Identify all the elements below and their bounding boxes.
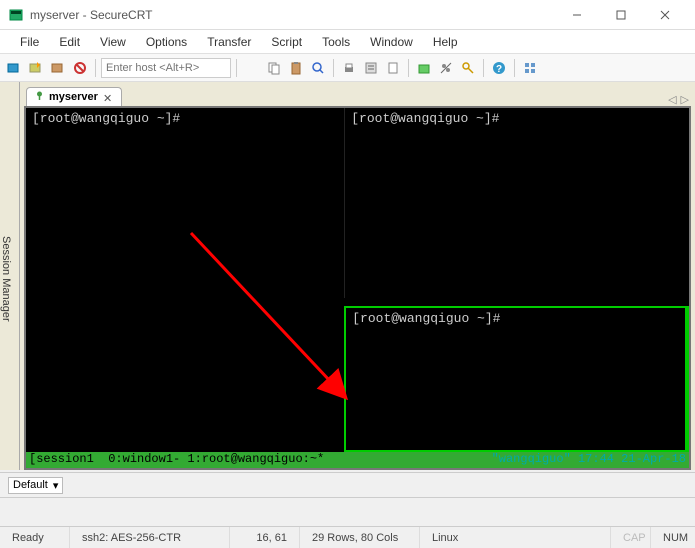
default-combo[interactable]: Default ▾: [8, 477, 63, 494]
menu-file[interactable]: File: [12, 33, 47, 51]
close-button[interactable]: [643, 1, 687, 29]
status-line-right: "wangqiguo" 17:44 21-Apr-18: [492, 452, 686, 468]
pane-left[interactable]: [root@wangqiguo ~]#: [26, 108, 344, 452]
status-os: Linux: [420, 527, 611, 548]
tile-icon[interactable]: [520, 58, 540, 78]
help-icon[interactable]: ?: [489, 58, 509, 78]
host-input[interactable]: [101, 58, 231, 78]
key-icon[interactable]: [458, 58, 478, 78]
pin-icon: [35, 91, 44, 103]
default-combo-label: Default: [13, 479, 48, 491]
tab-next-icon[interactable]: ▷: [681, 93, 689, 106]
dropdown-icon: ▾: [53, 479, 59, 492]
menu-window[interactable]: Window: [362, 33, 421, 51]
tab-myserver[interactable]: myserver ✕: [26, 87, 122, 106]
menu-transfer[interactable]: Transfer: [199, 33, 259, 51]
default-bar: Default ▾: [0, 472, 695, 498]
svg-text:?: ?: [496, 64, 502, 75]
tab-strip: myserver ✕ ◁ ▷: [20, 82, 695, 106]
status-line-left: [session1 0:window1- 1:root@wangqiguo:~*: [29, 452, 492, 468]
minimize-button[interactable]: [555, 1, 599, 29]
title-bar: myserver - SecureCRT: [0, 0, 695, 30]
tab-prev-icon[interactable]: ◁: [668, 93, 676, 106]
menu-view[interactable]: View: [92, 33, 134, 51]
tab-nav: ◁ ▷: [668, 93, 689, 106]
copy-icon[interactable]: [264, 58, 284, 78]
menu-script[interactable]: Script: [263, 33, 310, 51]
content-area: Session Manager myserver ✕ ◁ ▷ [root@wan…: [0, 82, 695, 470]
pane-top-right[interactable]: [root@wangqiguo ~]#: [344, 108, 689, 298]
toolbar: ?: [0, 54, 695, 82]
prompt-top-right: [root@wangqiguo ~]#: [351, 111, 499, 126]
status-num: NUM: [651, 527, 695, 548]
find-icon[interactable]: [308, 58, 328, 78]
status-cap: CAP: [611, 527, 651, 548]
prompt-bottom-right: [root@wangqiguo ~]#: [352, 311, 500, 326]
status-bar: Ready ssh2: AES-256-CTR 16, 61 29 Rows, …: [0, 526, 695, 548]
status-ready: Ready: [0, 527, 70, 548]
status-dims: 29 Rows, 80 Cols: [300, 527, 420, 548]
terminal-container: [root@wangqiguo ~]# [root@wangqiguo ~]# …: [24, 106, 691, 470]
print-icon[interactable]: [339, 58, 359, 78]
log-icon[interactable]: [383, 58, 403, 78]
prompt-left: [root@wangqiguo ~]#: [32, 111, 180, 126]
settings-icon[interactable]: [436, 58, 456, 78]
tab-close-icon[interactable]: ✕: [103, 92, 113, 102]
app-icon: [8, 7, 24, 23]
menu-options[interactable]: Options: [138, 33, 195, 51]
menu-tools[interactable]: Tools: [314, 33, 358, 51]
menu-help[interactable]: Help: [425, 33, 466, 51]
properties-icon[interactable]: [361, 58, 381, 78]
window-title: myserver - SecureCRT: [30, 8, 555, 22]
disconnect-icon[interactable]: [70, 58, 90, 78]
tab-label: myserver: [49, 91, 98, 103]
tmux-status-line: [session1 0:window1- 1:root@wangqiguo:~*…: [26, 452, 689, 468]
pane-bottom-right[interactable]: [root@wangqiguo ~]#: [344, 306, 689, 452]
connect-icon[interactable]: [4, 58, 24, 78]
quick-connect-icon[interactable]: [26, 58, 46, 78]
status-cipher: ssh2: AES-256-CTR: [70, 527, 230, 548]
menu-bar: File Edit View Options Transfer Script T…: [0, 30, 695, 54]
session-manager-tab[interactable]: Session Manager: [0, 82, 20, 470]
menu-edit[interactable]: Edit: [51, 33, 88, 51]
paste-icon[interactable]: [286, 58, 306, 78]
newtab-icon[interactable]: [414, 58, 434, 78]
maximize-button[interactable]: [599, 1, 643, 29]
status-cursor: 16, 61: [230, 527, 300, 548]
window-controls: [555, 1, 687, 29]
connect-bar-icon[interactable]: [48, 58, 68, 78]
main-panel: myserver ✕ ◁ ▷ [root@wangqiguo ~]# [root…: [20, 82, 695, 470]
